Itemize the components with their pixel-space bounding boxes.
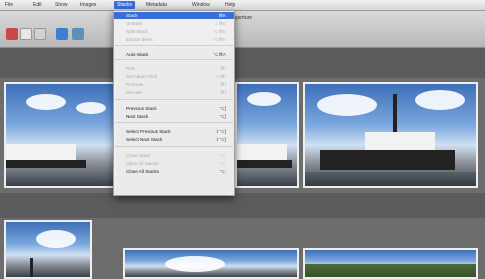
menu-item-shortcut: ⌘\ bbox=[220, 66, 226, 71]
menu-item-stack[interactable]: Stack ⌘K bbox=[114, 12, 234, 19]
folder-icon[interactable] bbox=[34, 28, 46, 40]
menu-window[interactable]: Window bbox=[189, 1, 213, 9]
menu-item-label: Extract Items bbox=[126, 37, 153, 42]
menu-separator bbox=[115, 146, 233, 147]
menu-item-shortcut: ⌥⌘\ bbox=[214, 74, 226, 79]
menu-item-select-previous-stack[interactable]: Select Previous Stack ⇧⌥[ bbox=[114, 128, 234, 135]
photo-thumbnail[interactable] bbox=[303, 82, 478, 188]
photo-thumbnail[interactable] bbox=[235, 82, 299, 188]
menu-item-label: Previous Stack bbox=[126, 106, 157, 111]
menu-edit[interactable]: Edit bbox=[30, 1, 45, 9]
menu-item-label: Stack bbox=[126, 13, 138, 18]
menu-item-label: Close All Stacks bbox=[126, 169, 159, 174]
menu-bar: File Edit Show Images Stacks Metadata Wi… bbox=[0, 0, 485, 11]
new-album-icon[interactable] bbox=[20, 28, 32, 40]
menu-item-label: Select Next Stack bbox=[126, 137, 163, 142]
menu-item-shortcut: ⌘[ bbox=[220, 82, 226, 87]
menu-item-promote: Promote ⌘[ bbox=[114, 81, 234, 88]
menu-item-shortcut: ⌥[ bbox=[219, 106, 226, 111]
menu-separator bbox=[115, 45, 233, 46]
menu-item-close-all-stacks[interactable]: Close All Stacks ⌥; bbox=[114, 168, 234, 175]
menu-item-split-stack: Split Stack ⌥⌘K bbox=[114, 28, 234, 35]
photo-thumbnail[interactable] bbox=[4, 82, 116, 188]
menu-item-label: Unstack bbox=[126, 21, 143, 26]
menu-item-next-stack[interactable]: Next Stack ⌥] bbox=[114, 113, 234, 120]
menu-item-shortcut: ⇧⌥] bbox=[215, 137, 226, 142]
import-icon[interactable] bbox=[6, 28, 18, 40]
toolbar: Aperture bbox=[0, 11, 485, 48]
menu-show[interactable]: Show bbox=[52, 1, 71, 9]
menu-item-unstack: Unstack ⇧⌘K bbox=[114, 20, 234, 27]
menu-separator bbox=[115, 59, 233, 60]
menu-item-shortcut: ⌥⌘K bbox=[213, 37, 226, 42]
menu-item-shortcut: ⌘] bbox=[220, 90, 226, 95]
menu-item-label: Promote bbox=[126, 82, 144, 87]
menu-metadata[interactable]: Metadata bbox=[143, 1, 170, 9]
menu-item-label: Demote bbox=[126, 90, 143, 95]
menu-item-shortcut: ⌥] bbox=[219, 114, 226, 119]
menu-item-shortcut: ⌘K bbox=[218, 13, 226, 18]
menu-help[interactable]: Help bbox=[222, 1, 238, 9]
menu-item-label: Close Stack bbox=[126, 153, 151, 158]
menu-item-select-next-stack[interactable]: Select Next Stack ⇧⌥] bbox=[114, 136, 234, 143]
menu-item-set-album-pick: Set Album Pick ⌥⌘\ bbox=[114, 73, 234, 80]
menu-item-label: Split Stack bbox=[126, 29, 148, 34]
email-icon[interactable] bbox=[56, 28, 68, 40]
menu-item-shortcut: ⇧⌘K bbox=[214, 21, 226, 26]
menu-item-label: Set Album Pick bbox=[126, 74, 157, 79]
menu-item-label: Open All Stacks bbox=[126, 161, 159, 166]
menu-item-previous-stack[interactable]: Previous Stack ⌥[ bbox=[114, 105, 234, 112]
menu-item-auto-stack[interactable]: Auto-Stack ⌥⌘A bbox=[114, 51, 234, 58]
menu-separator bbox=[115, 122, 233, 123]
menu-item-label: Pick bbox=[126, 66, 135, 71]
menu-item-label: Auto-Stack bbox=[126, 52, 149, 57]
menu-item-shortcut: ⌥⌘K bbox=[213, 29, 226, 34]
photo-thumbnail[interactable] bbox=[303, 248, 478, 279]
menu-item-extract-items: Extract Items ⌥⌘K bbox=[114, 36, 234, 43]
menu-item-shortcut: ⇧⌥[ bbox=[215, 129, 226, 134]
menu-item-shortcut: ⌥; bbox=[219, 169, 226, 174]
menu-item-close-stack: Close Stack ⌥' bbox=[114, 152, 234, 159]
stacks-menu: Stack ⌘K Unstack ⇧⌘K Split Stack ⌥⌘K Extract I… bbox=[113, 10, 235, 196]
menu-images[interactable]: Images bbox=[77, 1, 99, 9]
photo-thumbnail[interactable] bbox=[4, 220, 92, 279]
menu-stacks[interactable]: Stacks bbox=[114, 1, 136, 9]
menu-item-label: Next Stack bbox=[126, 114, 149, 119]
menu-item-shortcut: ⌥' bbox=[219, 153, 226, 158]
window-title: Aperture bbox=[232, 15, 253, 21]
menu-item-pick: Pick ⌘\ bbox=[114, 65, 234, 72]
photo-thumbnail[interactable] bbox=[123, 248, 299, 279]
menu-separator bbox=[115, 99, 233, 100]
menu-item-shortcut: ⌥⌘A bbox=[213, 52, 226, 57]
menu-item-label: Select Previous Stack bbox=[126, 129, 171, 134]
menu-item-demote: Demote ⌘] bbox=[114, 89, 234, 96]
menu-file[interactable]: File bbox=[2, 1, 16, 9]
menu-item-shortcut: ⌥' bbox=[219, 161, 226, 166]
menu-item-open-all-stacks: Open All Stacks ⌥' bbox=[114, 160, 234, 167]
web-icon[interactable] bbox=[72, 28, 84, 40]
browser-area bbox=[0, 48, 485, 279]
